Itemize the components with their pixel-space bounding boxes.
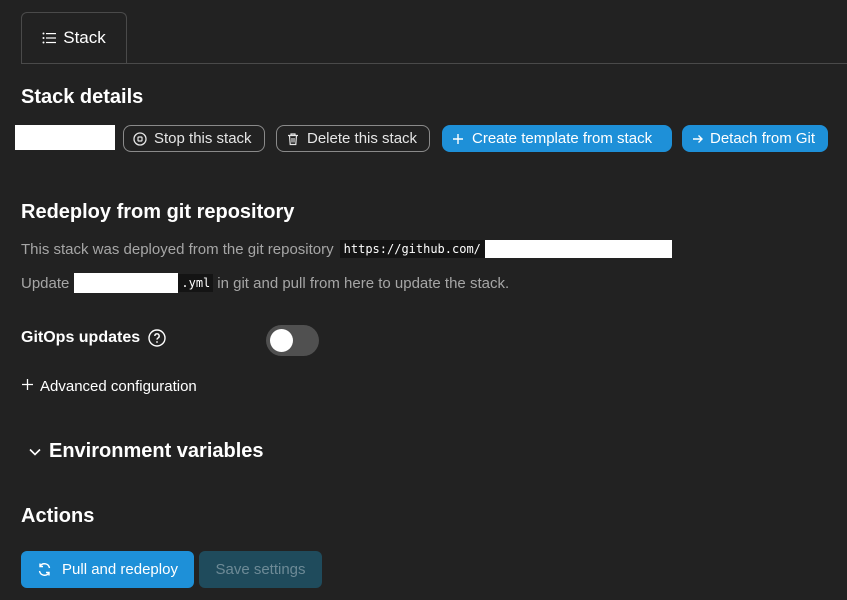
plus-icon [451,132,465,146]
deployed-from-line: This stack was deployed from the git rep… [21,240,672,258]
trash-icon [286,132,300,146]
delete-stack-button[interactable]: Delete this stack [276,125,430,152]
redacted-file-name [74,273,179,293]
toggle-knob [270,329,293,352]
gitops-toggle[interactable] [266,325,319,356]
plus-icon [21,378,34,395]
advanced-configuration-label: Advanced configuration [40,378,197,395]
redacted-stack-name [15,125,115,150]
tab-bar: Stack [21,0,847,64]
save-settings-button: Save settings [199,551,322,588]
create-template-label: Create template from stack [472,130,653,147]
update-instructions-line: Update .yml in git and pull from here to… [21,273,509,293]
save-settings-label: Save settings [215,561,306,578]
stack-page: Stack Stack details Stop this stack Dele… [0,0,847,600]
stop-stack-label: Stop this stack [154,130,252,147]
arrow-right-icon [691,132,705,146]
delete-stack-label: Delete this stack [307,130,418,147]
detach-git-button[interactable]: Detach from Git [682,125,828,152]
update-suffix: in git and pull from here to update the … [217,274,510,292]
detach-git-label: Detach from Git [710,130,816,147]
stop-stack-button[interactable]: Stop this stack [123,125,265,152]
create-template-button[interactable]: Create template from stack [442,125,672,152]
advanced-configuration-toggle[interactable]: Advanced configuration [21,378,197,395]
stop-icon [133,131,147,146]
pull-redeploy-label: Pull and redeploy [62,561,178,578]
help-icon[interactable] [148,329,166,347]
file-suffix: .yml [178,274,214,292]
tab-stack-label: Stack [63,28,106,47]
environment-variables-title[interactable]: Environment variables [49,440,264,463]
list-icon [42,31,57,45]
repo-url: https://github.com/ [339,240,485,258]
update-prefix: Update [21,274,70,292]
tab-stack[interactable]: Stack [21,12,127,63]
gitops-row: GitOps updates [21,329,166,347]
redeploy-title: Redeploy from git repository [21,201,295,223]
deployed-text: This stack was deployed from the git rep… [21,240,334,258]
gitops-label: GitOps updates [21,329,141,346]
refresh-icon [37,562,52,577]
stack-details-title: Stack details [21,86,144,108]
chevron-down-icon[interactable] [27,444,43,460]
redacted-repo-path [484,240,672,258]
actions-title: Actions [21,505,95,527]
pull-redeploy-button[interactable]: Pull and redeploy [21,551,194,588]
